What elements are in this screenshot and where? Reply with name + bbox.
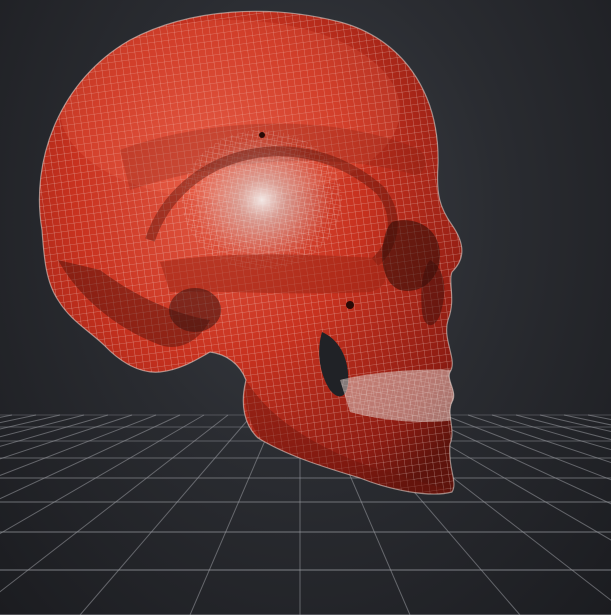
foramen-dot bbox=[259, 132, 265, 138]
ear-canal bbox=[169, 288, 221, 332]
grid-line bbox=[189, 414, 277, 615]
grid-line bbox=[0, 414, 157, 477]
3d-viewport[interactable] bbox=[0, 0, 611, 615]
skull-model[interactable] bbox=[0, 0, 611, 615]
viewport-canvas[interactable] bbox=[0, 0, 611, 615]
zygomatic-arch bbox=[160, 254, 387, 294]
foramen-dot bbox=[346, 301, 354, 309]
grid-line bbox=[0, 414, 109, 447]
grid-line bbox=[563, 414, 611, 426]
grid-line bbox=[0, 414, 229, 593]
grid-line bbox=[0, 414, 133, 460]
grid-line bbox=[539, 414, 611, 433]
grid-line bbox=[443, 414, 611, 481]
grid-line bbox=[467, 414, 611, 464]
grid-line bbox=[79, 414, 253, 615]
grid-line bbox=[491, 414, 611, 451]
grid-line bbox=[0, 414, 205, 535]
